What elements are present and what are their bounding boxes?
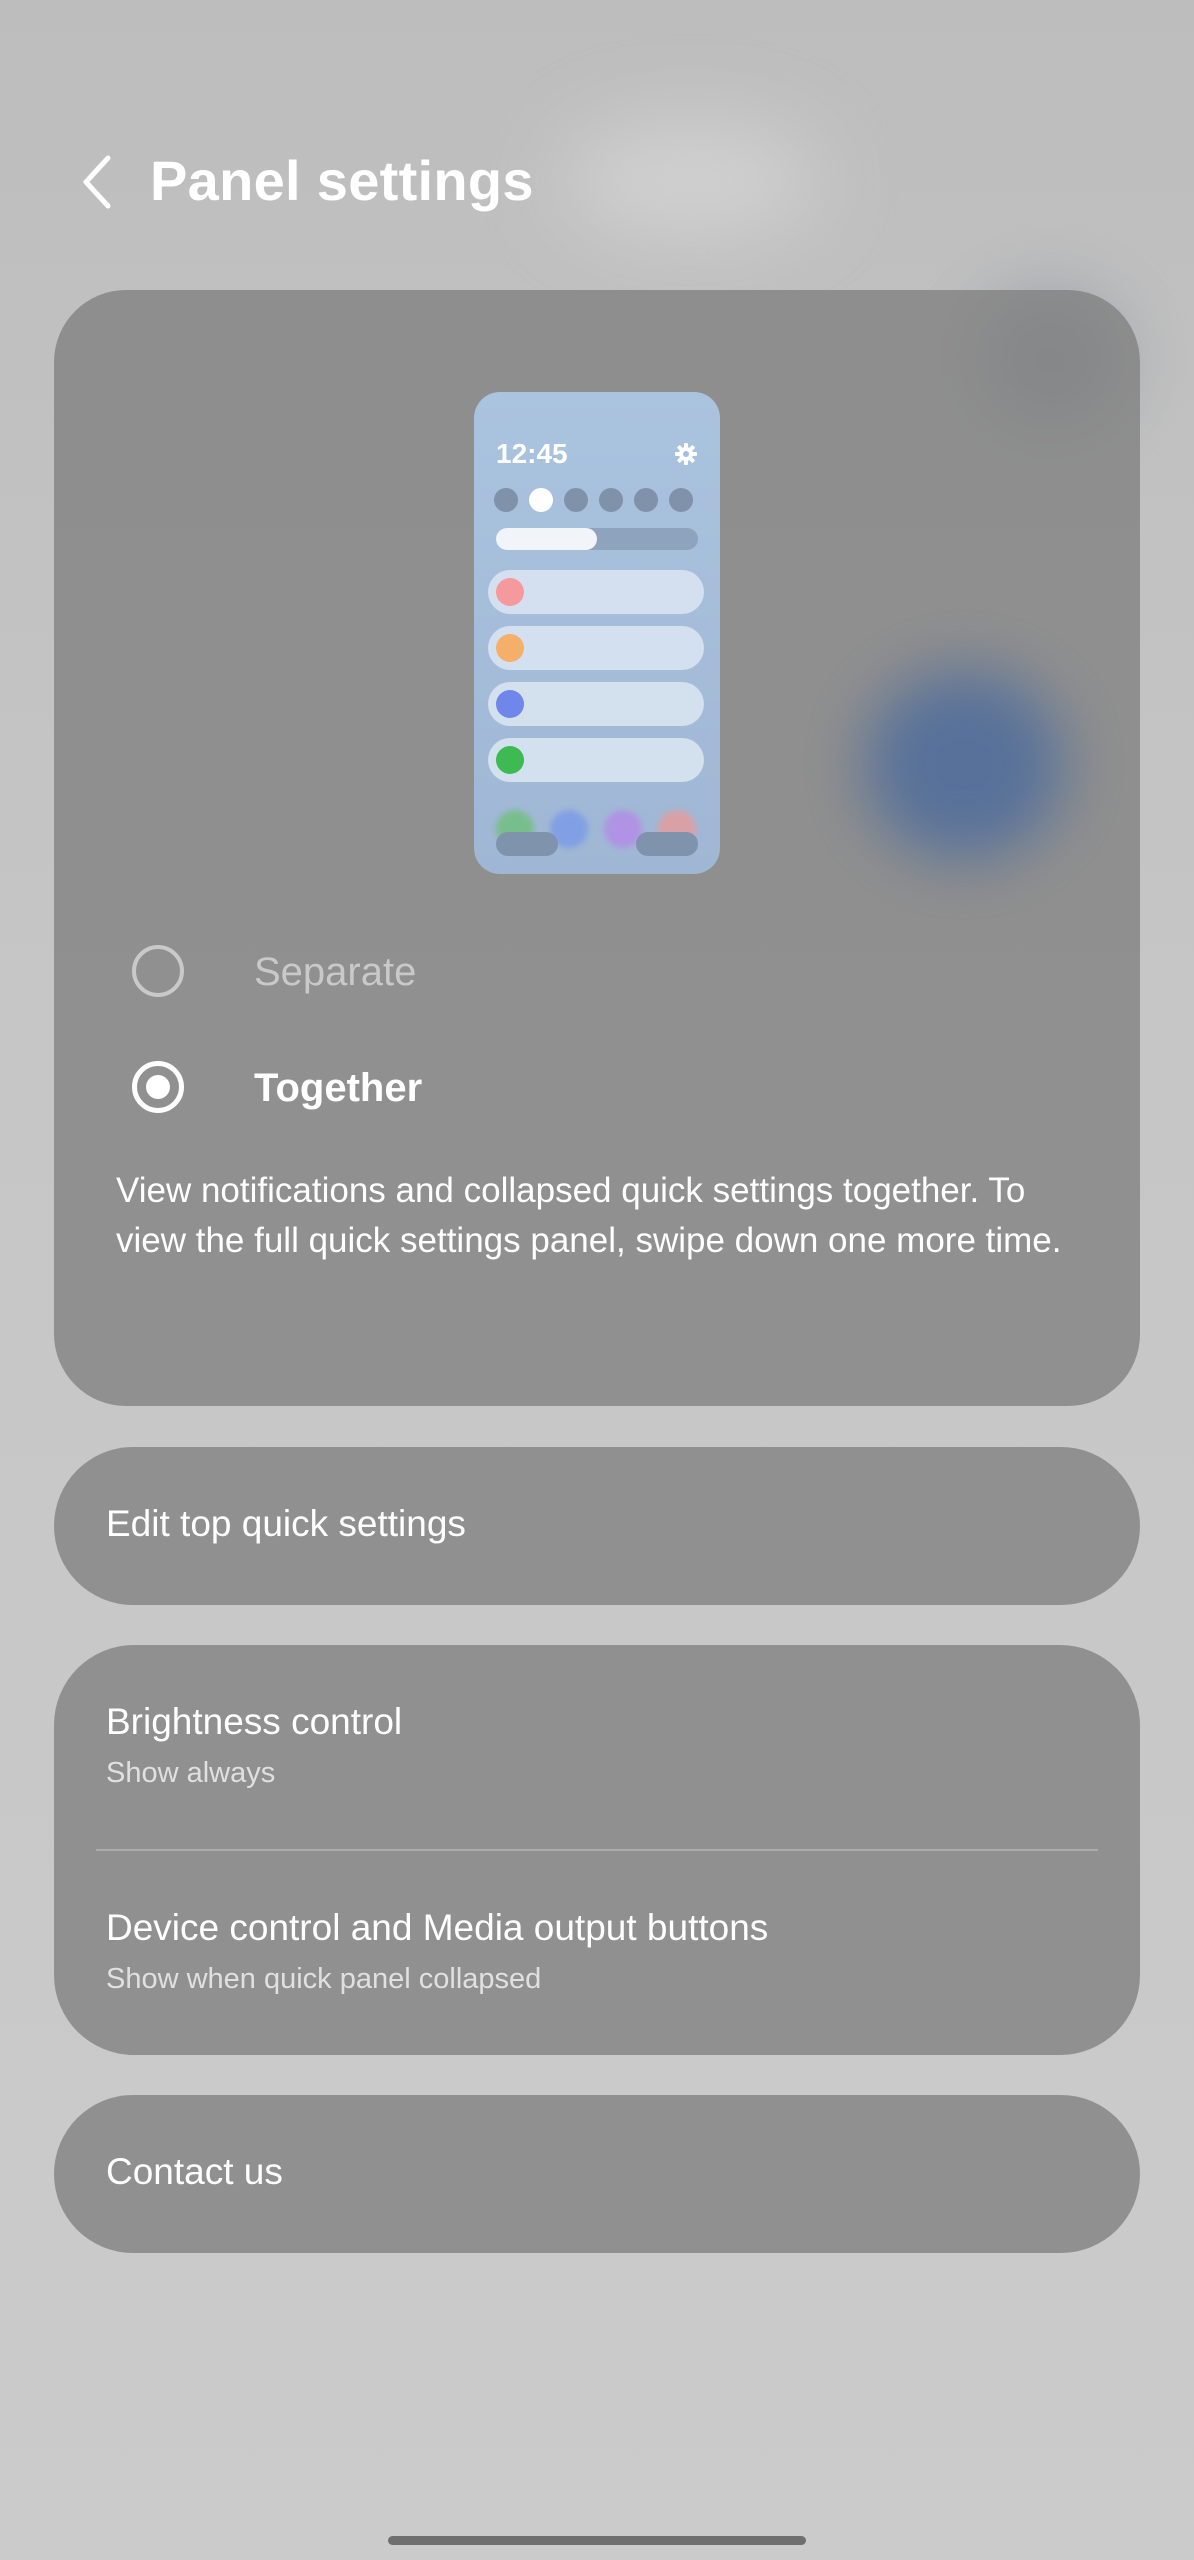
- home-indicator[interactable]: [388, 2536, 806, 2545]
- preview-button: [496, 832, 558, 856]
- preview-clock: 12:45: [496, 438, 568, 469]
- edit-top-quick-settings-item[interactable]: Edit top quick settings: [54, 1447, 1140, 1605]
- brightness-control-item[interactable]: Brightness control Show always: [54, 1645, 1140, 1849]
- option-label: Separate: [254, 950, 417, 994]
- item-subtitle: Show always: [106, 1757, 276, 1789]
- device-media-buttons-item[interactable]: Device control and Media output buttons …: [54, 1851, 1140, 2055]
- notification-app-icon: [496, 746, 524, 774]
- layout-description: View notifications and collapsed quick s…: [116, 1171, 1062, 1260]
- preview-quick-setting: [494, 488, 518, 512]
- app-header: Panel settings: [0, 120, 1194, 240]
- contact-us-item[interactable]: Contact us: [54, 2095, 1140, 2253]
- panel-preview-image: 12:45: [474, 392, 720, 874]
- preview-notification: [488, 626, 704, 670]
- preview-quick-setting: [564, 488, 588, 512]
- radio-button-selected[interactable]: [132, 1061, 184, 1113]
- preview-quick-setting: [634, 488, 658, 512]
- item-title: Contact us: [106, 2151, 283, 2192]
- notification-app-icon: [496, 634, 524, 662]
- preview-notification: [488, 682, 704, 726]
- preview-button: [636, 832, 698, 856]
- settings-group: Brightness control Show always Device co…: [54, 1645, 1140, 2055]
- background-blur-blob: [864, 670, 1064, 860]
- preview-notification: [488, 570, 704, 614]
- item-title: Edit top quick settings: [106, 1503, 466, 1544]
- preview-quick-setting: [529, 488, 553, 512]
- option-together[interactable]: Together: [114, 1048, 1014, 1128]
- chevron-left-icon: [83, 155, 111, 209]
- notification-app-icon: [496, 690, 524, 718]
- preview-notification: [488, 738, 704, 782]
- option-separate[interactable]: Separate: [114, 932, 1014, 1012]
- option-label: Together: [254, 1066, 423, 1110]
- preview-quick-setting: [599, 488, 623, 512]
- item-title: Device control and Media output buttons: [106, 1907, 769, 1948]
- preview-brightness-bar: [496, 528, 698, 550]
- item-title: Brightness control: [106, 1701, 403, 1742]
- notification-app-icon: [496, 578, 524, 606]
- radio-button-unselected[interactable]: [132, 945, 184, 997]
- preview-quick-setting: [669, 488, 693, 512]
- back-button[interactable]: [62, 140, 132, 220]
- panel-layout-card: 12:45 Separate Together View notificatio…: [54, 290, 1140, 1406]
- item-subtitle: Show when quick panel collapsed: [106, 1963, 542, 1995]
- gear-icon: [675, 443, 697, 465]
- page-title: Panel settings: [150, 149, 534, 212]
- preview-brightness-fill: [496, 528, 597, 550]
